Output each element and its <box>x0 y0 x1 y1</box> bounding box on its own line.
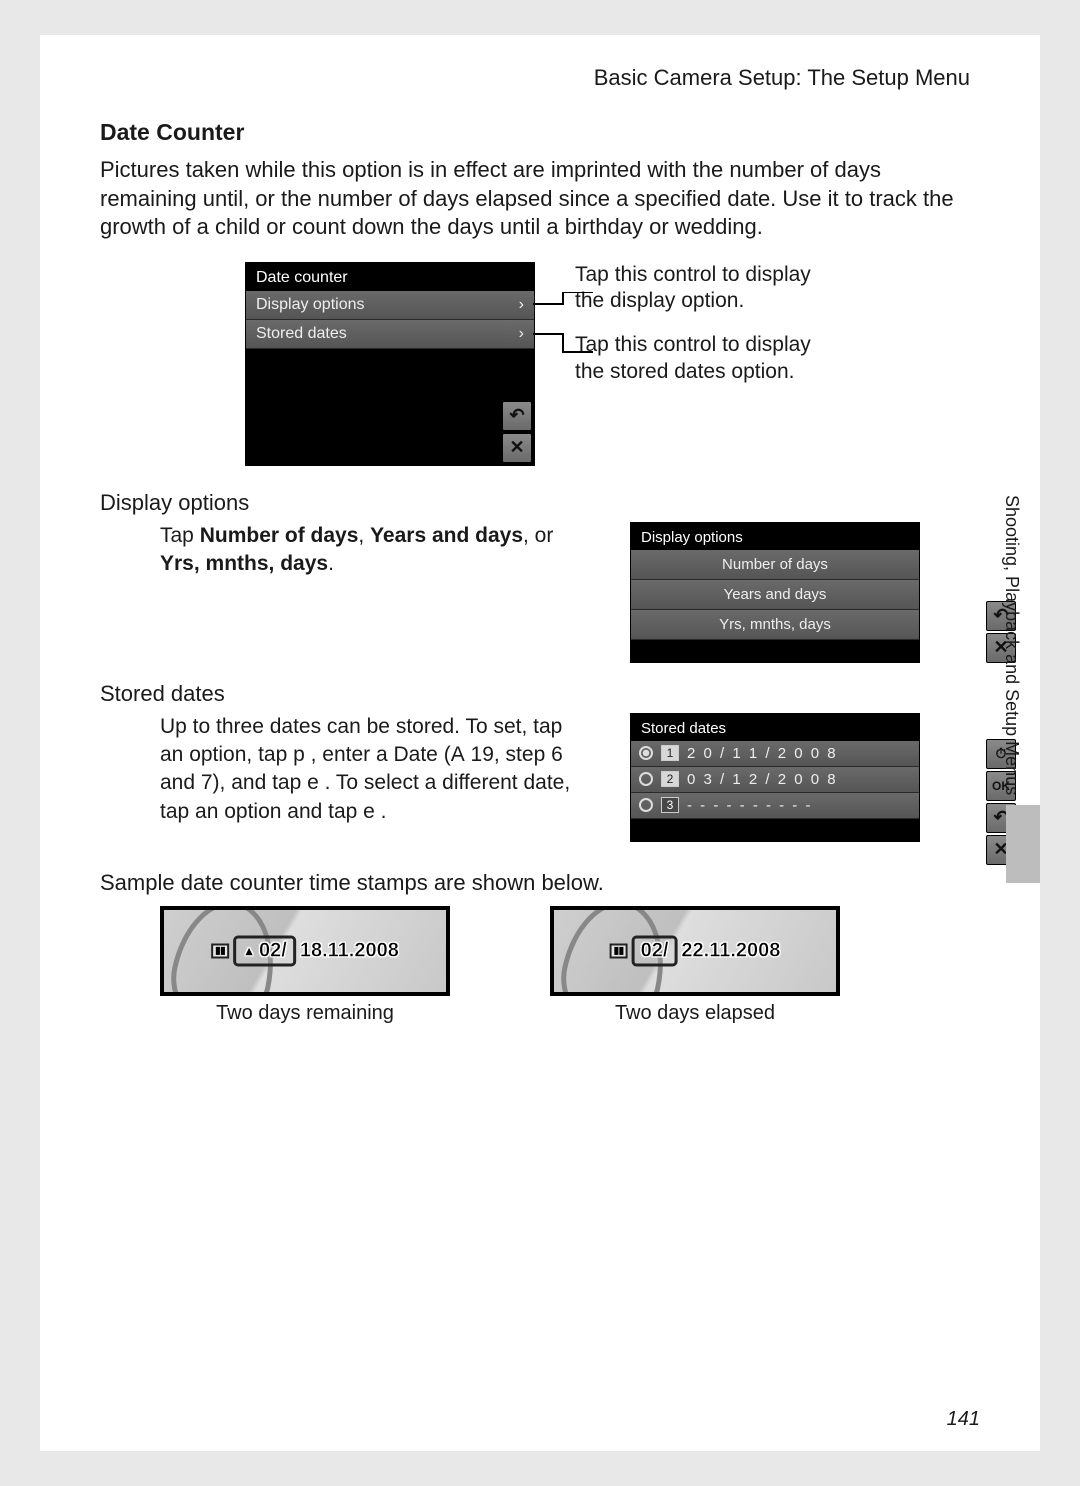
back-icon[interactable]: ↶ <box>502 401 532 431</box>
subheading-display-options: Display options <box>100 490 980 516</box>
screen-display-options: Display options Number of days Years and… <box>630 522 980 663</box>
stored-dates-instructions: Up to three dates can be stored. To set,… <box>160 713 580 826</box>
option-number-of-days[interactable]: Number of days <box>631 550 919 580</box>
sample-elapsed: ▮▮ 02/ 22.11.2008 Two days elapsed <box>550 906 840 1025</box>
display-options-instructions: Tap Number of days, Years and days, or Y… <box>160 522 580 579</box>
radio-icon <box>639 798 653 812</box>
stamp-arrow-icon: ▲ <box>242 943 256 959</box>
sample-caption: Two days elapsed <box>550 1002 840 1025</box>
screen-stored-dates: Stored dates 1 2 0 / 1 1 / 2 0 0 8 2 0 3… <box>630 713 980 842</box>
stamp-number: 02/ <box>259 939 287 962</box>
option-years-and-days[interactable]: Years and days <box>631 580 919 610</box>
radio-icon <box>639 772 653 786</box>
sample-intro: Sample date counter time stamps are show… <box>100 870 980 896</box>
stamp-date: 22.11.2008 <box>681 939 780 962</box>
subheading-stored-dates: Stored dates <box>100 681 980 707</box>
figure-date-counter-menu: Date counter Display options› Stored dat… <box>100 262 980 466</box>
stamp-number: 02/ <box>641 939 669 962</box>
close-icon[interactable]: ✕ <box>502 433 532 463</box>
sample-thumbnails: ▮▮ ▲ 02/ 18.11.2008 Two days remaining ▮… <box>160 906 980 1025</box>
section-title: Date Counter <box>100 119 980 146</box>
stamp-prefix-icon: ▮▮ <box>610 943 628 958</box>
date-value: 2 0 / 1 1 / 2 0 0 8 <box>687 745 838 762</box>
callout-stored-dates: Tap this control to display the stored d… <box>575 332 835 385</box>
side-chapter-label: Shooting, Playback and Setup Menus <box>1001 495 1022 795</box>
thumb-tab <box>1006 805 1040 883</box>
callout-display-option: Tap this control to display the display … <box>575 262 835 315</box>
display-options-title: Display options <box>631 523 919 550</box>
menu-item-stored-dates[interactable]: Stored dates› <box>246 320 534 349</box>
sample-caption: Two days remaining <box>160 1002 450 1025</box>
stored-date-row-1[interactable]: 1 2 0 / 1 1 / 2 0 0 8 <box>631 741 919 767</box>
radio-icon <box>639 746 653 760</box>
slot-number: 2 <box>661 771 679 787</box>
sample-remaining: ▮▮ ▲ 02/ 18.11.2008 Two days remaining <box>160 906 450 1025</box>
date-value: - - - - - - - - - - <box>687 797 812 814</box>
page-number: 141 <box>947 1408 980 1431</box>
manual-page: Basic Camera Setup: The Setup Menu Date … <box>40 35 1040 1451</box>
screen-date-counter: Date counter Display options› Stored dat… <box>245 262 535 466</box>
stored-date-row-2[interactable]: 2 0 3 / 1 2 / 2 0 0 8 <box>631 767 919 793</box>
option-yrs-mnths-days[interactable]: Yrs, mnths, days <box>631 610 919 640</box>
date-value: 0 3 / 1 2 / 2 0 0 8 <box>687 771 838 788</box>
stamp-prefix-icon: ▮▮ <box>211 943 229 958</box>
page-header: Basic Camera Setup: The Setup Menu <box>100 65 980 91</box>
stored-dates-title: Stored dates <box>631 714 919 741</box>
slot-number: 3 <box>661 797 679 813</box>
stored-date-row-3[interactable]: 3 - - - - - - - - - - <box>631 793 919 819</box>
slot-number: 1 <box>661 745 679 761</box>
stamp-date: 18.11.2008 <box>300 939 399 962</box>
menu-title: Date counter <box>246 263 534 291</box>
callouts: Tap this control to display the display … <box>575 262 835 466</box>
menu-item-display-options[interactable]: Display options› <box>246 291 534 320</box>
intro-paragraph: Pictures taken while this option is in e… <box>100 156 980 242</box>
